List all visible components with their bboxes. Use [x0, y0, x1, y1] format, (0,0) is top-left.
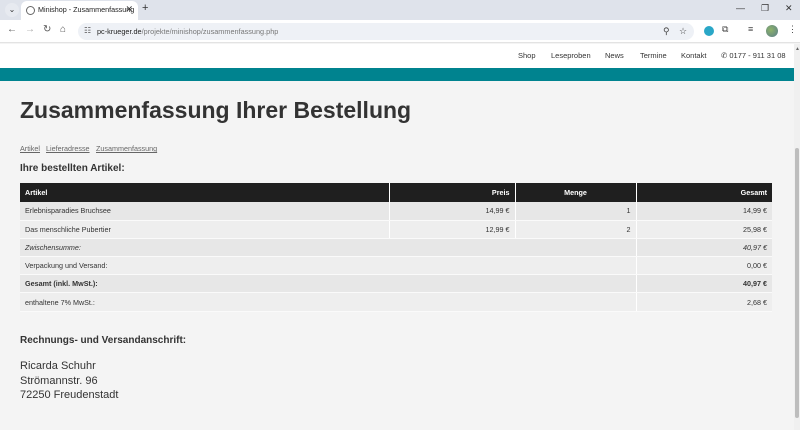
media-controls-icon[interactable]: ≡	[748, 24, 753, 34]
phone-number: 0177 - 911 31 08	[729, 51, 786, 60]
tab-search-icon[interactable]: ⌄	[5, 3, 19, 17]
address-street: Strömannstr. 96	[20, 375, 98, 387]
summary-value: 40,97 €	[636, 274, 772, 294]
extension-icon[interactable]	[704, 26, 714, 36]
nav-link-termine[interactable]: Termine	[640, 51, 667, 60]
summary-label: Verpackung und Versand:	[20, 256, 637, 276]
reload-icon[interactable]: ↻	[43, 24, 51, 35]
site-info-icon[interactable]: ☷	[84, 26, 91, 35]
summary-value: 0,00 €	[636, 256, 772, 276]
ordered-items-heading: Ihre bestellten Artikel:	[20, 163, 125, 174]
url-text[interactable]: pc-krueger.de/projekte/minishop/zusammen…	[97, 27, 278, 36]
summary-label: enthaltene 7% MwSt.:	[20, 292, 637, 312]
table-row: Das menschliche Pubertier 12,99 € 2 25,9…	[20, 220, 772, 239]
item-price: 12,99 €	[389, 220, 516, 239]
header-preis: Preis	[389, 183, 516, 202]
header-menge: Menge	[515, 183, 637, 202]
summary-label: Zwischensumme:	[20, 238, 637, 258]
phone-link[interactable]: ✆ 0177 - 911 31 08	[721, 51, 786, 60]
table-header-row: Artikel Preis Menge Gesamt	[20, 183, 772, 202]
address-heading: Rechnungs- und Versandanschrift:	[20, 335, 187, 346]
tab-title: Minishop - Zusammenfassung	[38, 5, 135, 14]
address-name: Ricarda Schuhr	[20, 360, 96, 372]
address-city: 72250 Freudenstadt	[20, 389, 119, 401]
item-total: 25,98 €	[636, 220, 772, 239]
nav-link-kontakt[interactable]: Kontakt	[681, 51, 706, 60]
shipping-row: Verpackung und Versand: 0,00 €	[20, 256, 772, 276]
summary-label: Gesamt (inkl. MwSt.):	[20, 274, 637, 294]
order-table: Artikel Preis Menge Gesamt Erlebnisparad…	[20, 183, 772, 312]
forward-icon[interactable]: →	[25, 24, 35, 35]
nav-link-shop[interactable]: Shop	[518, 51, 536, 60]
header-artikel: Artikel	[20, 183, 390, 202]
item-price: 14,99 €	[389, 202, 516, 221]
browser-tab-strip: ⌄ Minishop - Zusammenfassung ✕ + — ❐ ✕	[0, 0, 800, 20]
home-icon[interactable]: ⌂	[60, 24, 66, 35]
scrollbar-thumb[interactable]	[795, 148, 799, 418]
browser-toolbar: ← → ↻ ⌂ ☷ pc-krueger.de/projekte/minisho…	[0, 20, 800, 43]
close-tab-icon[interactable]: ✕	[125, 4, 133, 15]
restore-icon[interactable]: ❐	[761, 3, 769, 14]
nav-link-news[interactable]: News	[605, 51, 624, 60]
scroll-up-icon[interactable]: ▲	[795, 46, 800, 52]
summary-value: 40,97 €	[636, 238, 772, 258]
phone-icon: ✆	[721, 51, 728, 60]
chrome-menu-icon[interactable]: ⋮	[788, 24, 797, 35]
nav-link-leseproben[interactable]: Leseproben	[551, 51, 591, 60]
close-window-icon[interactable]: ✕	[785, 3, 793, 14]
subtotal-row: Zwischensumme: 40,97 €	[20, 238, 772, 258]
url-domain: pc-krueger.de	[97, 27, 142, 36]
minimize-icon[interactable]: —	[736, 3, 745, 13]
address-bar[interactable]: ☷ pc-krueger.de/projekte/minishop/zusamm…	[78, 23, 694, 40]
site-navigation: Shop Leseproben News Termine Kontakt ✆ 0…	[0, 44, 794, 68]
item-quantity: 2	[515, 220, 637, 239]
zoom-icon[interactable]: ⚲	[663, 26, 670, 37]
breadcrumb-lieferadresse[interactable]: Lieferadresse	[46, 144, 90, 153]
extensions-puzzle-icon[interactable]: ⧉	[722, 24, 728, 35]
browser-tab[interactable]: Minishop - Zusammenfassung ✕	[21, 1, 138, 20]
profile-avatar[interactable]	[766, 25, 778, 37]
table-row: Erlebnisparadies Bruchsee 14,99 € 1 14,9…	[20, 202, 772, 221]
breadcrumb-zusammenfassung[interactable]: Zusammenfassung	[96, 144, 157, 153]
item-name: Erlebnisparadies Bruchsee	[20, 202, 390, 221]
breadcrumb-artikel[interactable]: Artikel	[20, 144, 40, 153]
page-title: Zusammenfassung Ihrer Bestellung	[20, 97, 412, 123]
grand-total-row: Gesamt (inkl. MwSt.): 40,97 €	[20, 274, 772, 294]
item-name: Das menschliche Pubertier	[20, 220, 390, 239]
item-quantity: 1	[515, 202, 637, 221]
summary-value: 2,68 €	[636, 292, 772, 312]
globe-icon	[26, 6, 35, 15]
back-icon[interactable]: ←	[7, 24, 17, 35]
header-gesamt: Gesamt	[636, 183, 772, 202]
bookmark-star-icon[interactable]: ☆	[679, 26, 687, 37]
new-tab-button[interactable]: +	[142, 2, 148, 14]
header-accent-bar	[0, 68, 794, 81]
vat-row: enthaltene 7% MwSt.: 2,68 €	[20, 292, 772, 312]
url-path: /projekte/minishop/zusammenfassung.php	[141, 27, 279, 36]
item-total: 14,99 €	[636, 202, 772, 221]
